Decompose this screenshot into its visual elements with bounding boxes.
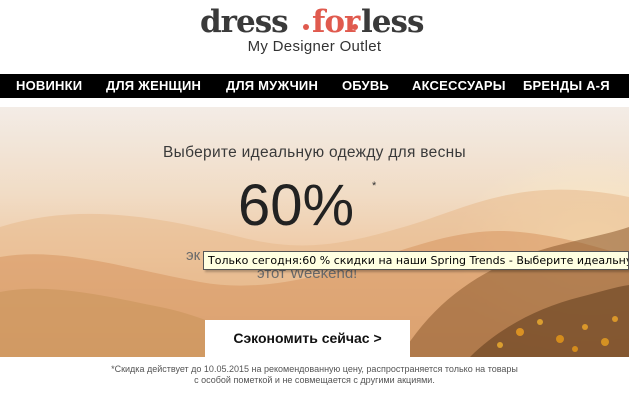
hero-banner[interactable]: Выберите идеальную одежду для весны 60% …: [0, 107, 629, 357]
header: dress for less My Designer Outlet: [0, 0, 629, 74]
nav-item-brands[interactable]: БРЕНДЫ А-Я: [523, 74, 610, 98]
discount-asterisk: *: [372, 180, 377, 192]
discount-percent: 60%: [238, 173, 355, 238]
logo-word-less: less: [361, 4, 424, 40]
footnote-line1: *Скидка действует до 10.05.2015 на реком…: [111, 364, 518, 374]
brand-tagline: My Designer Outlet: [247, 38, 382, 55]
logo-word-for: for: [312, 4, 360, 40]
nav-item-shoes[interactable]: ОБУВЬ: [342, 74, 389, 98]
main-navigation: НОВИНКИ ДЛЯ ЖЕНЩИН ДЛЯ МУЖЧИН ОБУВЬ АКСЕ…: [0, 74, 629, 98]
nav-item-accessories[interactable]: АКСЕССУАРЫ: [412, 74, 506, 98]
hover-tooltip: Только сегодня:60 % скидки на наши Sprin…: [203, 251, 629, 270]
nav-item-new[interactable]: НОВИНКИ: [16, 74, 82, 98]
nav-item-men[interactable]: ДЛЯ МУЖЧИН: [226, 74, 318, 98]
logo-dot-icon: [303, 24, 309, 30]
hero-title: Выберите идеальную одежду для весны: [163, 144, 466, 161]
logo-word-dress: dress: [200, 4, 289, 40]
hero-subtitle-line1: эк: [186, 247, 201, 264]
footnote-line2: с особой пометкой и не совмещается с дру…: [194, 375, 435, 385]
save-now-button[interactable]: Сэкономить сейчас >: [205, 320, 410, 357]
nav-item-women[interactable]: ДЛЯ ЖЕНЩИН: [106, 74, 201, 98]
logo-dot-icon: [352, 24, 358, 30]
brand-logo[interactable]: dress for less: [200, 4, 424, 40]
discount-footnote: *Скидка действует до 10.05.2015 на реком…: [0, 364, 629, 386]
